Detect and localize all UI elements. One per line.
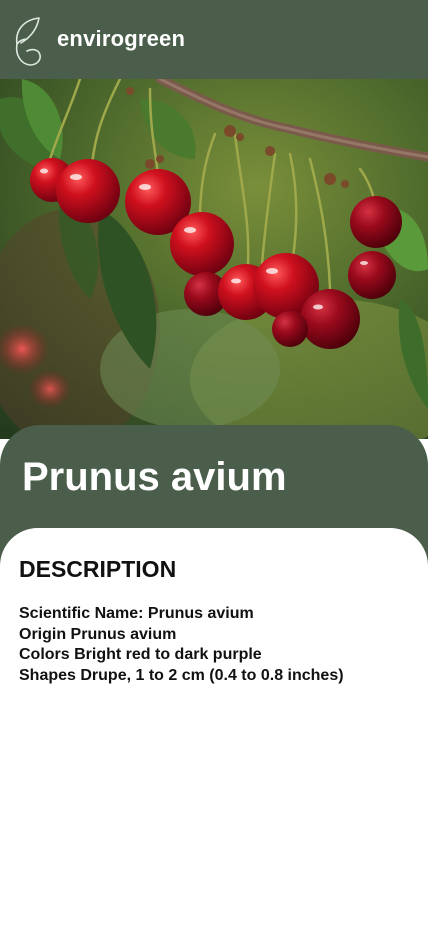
cherry-photo-illustration: [0, 79, 428, 439]
description-heading: DESCRIPTION: [19, 556, 177, 582]
cherry-photo: [0, 79, 428, 439]
shapes-text: Shapes Drupe, 1 to 2 cm (0.4 to 0.8 inch…: [19, 666, 344, 684]
app-name: envirogreen: [57, 26, 186, 51]
origin-text: Origin Prunus avium: [19, 625, 177, 643]
description-card: [0, 528, 428, 926]
app-header: envirogreen: [0, 0, 428, 79]
colors-text: Colors Bright red to dark purple: [19, 646, 262, 663]
plant-title: Prunus avium: [22, 455, 287, 499]
leaf-g-icon[interactable]: [11, 15, 43, 69]
description-details: Scientific Name: Prunus avium Origin Pru…: [19, 604, 344, 686]
scientific-name-text: Scientific Name: Prunus avium: [19, 605, 254, 622]
